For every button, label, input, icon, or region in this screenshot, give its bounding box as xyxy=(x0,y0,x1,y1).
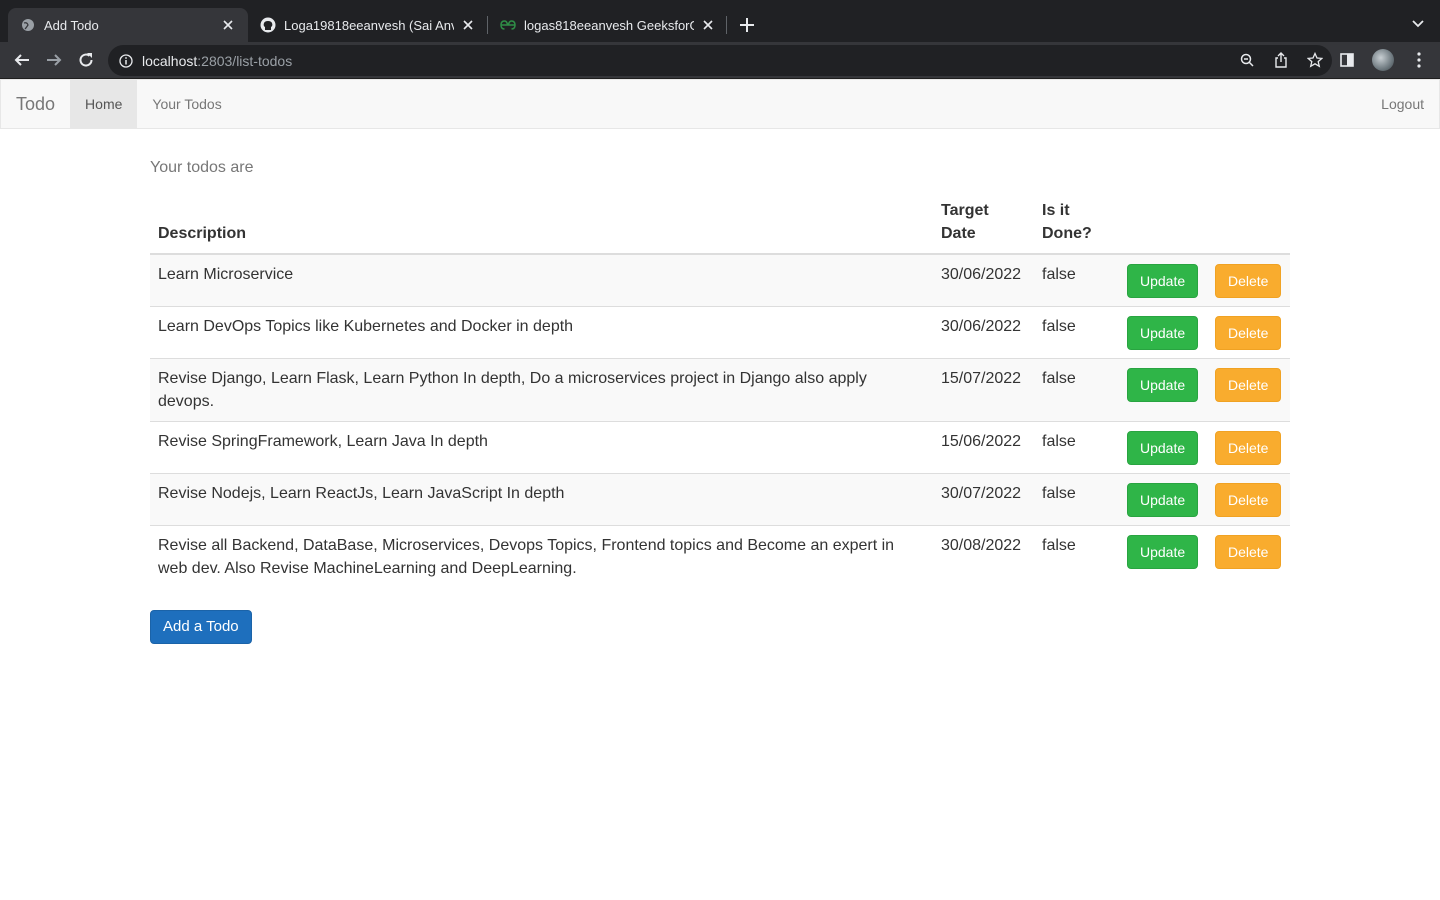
share-icon[interactable] xyxy=(1272,51,1290,69)
app-navbar: Todo Home Your Todos Logout xyxy=(0,79,1440,129)
table-row: Learn DevOps Topics like Kubernetes and … xyxy=(150,306,1290,359)
column-header-delete xyxy=(1207,191,1290,255)
table-header-row: Description Target Date Is it Done? xyxy=(150,191,1290,255)
add-todo-button[interactable]: Add a Todo xyxy=(150,610,252,644)
todo-description: Revise Django, Learn Flask, Learn Python… xyxy=(150,358,933,422)
browser-tab-gfg[interactable]: logas818eeanvesh GeeksforGeeks xyxy=(488,8,728,42)
tab-title: Add Todo xyxy=(44,17,99,33)
column-header-description: Description xyxy=(150,191,933,255)
back-arrow-icon[interactable] xyxy=(12,50,32,70)
column-header-done: Is it Done? xyxy=(1034,191,1119,255)
table-row: Revise Django, Learn Flask, Learn Python… xyxy=(150,358,1290,422)
page-container: Your todos are Description Target Date I… xyxy=(150,131,1290,644)
close-icon[interactable] xyxy=(700,17,716,33)
delete-button[interactable]: Delete xyxy=(1215,316,1282,350)
avatar[interactable] xyxy=(1372,49,1394,71)
toolbar-actions xyxy=(1336,49,1430,71)
add-todo-wrapper: Add a Todo xyxy=(150,610,252,644)
address-bar[interactable]: localhost:2803/list-todos xyxy=(108,45,1332,76)
todo-done: false xyxy=(1034,473,1119,526)
todo-done: false xyxy=(1034,525,1119,588)
reload-icon[interactable] xyxy=(76,50,96,70)
nav-link-your-todos[interactable]: Your Todos xyxy=(137,80,236,128)
kebab-menu-icon[interactable] xyxy=(1408,49,1430,71)
todo-done: false xyxy=(1034,358,1119,422)
info-icon[interactable] xyxy=(118,53,134,69)
tab-title: Loga19818eeanvesh (Sai Anvesh xyxy=(284,17,454,33)
tab-title: logas818eeanvesh GeeksforGeeks xyxy=(524,17,694,33)
side-panel-icon[interactable] xyxy=(1336,49,1358,71)
omnibox-actions xyxy=(1238,51,1324,69)
delete-button[interactable]: Delete xyxy=(1215,264,1282,298)
todo-description: Learn Microservice xyxy=(150,253,933,307)
delete-button[interactable]: Delete xyxy=(1215,368,1282,402)
update-button[interactable]: Update xyxy=(1127,316,1199,350)
gfg-icon xyxy=(500,17,516,33)
delete-button[interactable]: Delete xyxy=(1215,483,1282,517)
update-button[interactable]: Update xyxy=(1127,431,1199,465)
zoom-icon[interactable] xyxy=(1238,51,1256,69)
github-icon xyxy=(260,17,276,33)
todo-description: Revise all Backend, DataBase, Microservi… xyxy=(150,525,933,588)
todo-target-date: 15/06/2022 xyxy=(933,421,1034,474)
browser-tab-github[interactable]: Loga19818eeanvesh (Sai Anvesh xyxy=(248,8,488,42)
browser-toolbar: localhost:2803/list-todos xyxy=(0,42,1440,79)
update-button[interactable]: Update xyxy=(1127,535,1199,569)
new-tab-icon[interactable] xyxy=(736,14,758,36)
close-icon[interactable] xyxy=(220,17,236,33)
todo-target-date: 30/06/2022 xyxy=(933,306,1034,359)
column-header-target-date: Target Date xyxy=(933,191,1034,255)
todo-target-date: 30/08/2022 xyxy=(933,525,1034,588)
url-text: localhost:2803/list-todos xyxy=(142,53,292,69)
url-path: :2803/list-todos xyxy=(197,52,293,69)
update-button[interactable]: Update xyxy=(1127,368,1199,402)
update-button[interactable]: Update xyxy=(1127,264,1199,298)
bookmark-star-icon[interactable] xyxy=(1306,51,1324,69)
table-row: Revise SpringFramework, Learn Java In de… xyxy=(150,421,1290,474)
todo-description: Revise Nodejs, Learn ReactJs, Learn Java… xyxy=(150,473,933,526)
delete-button[interactable]: Delete xyxy=(1215,535,1282,569)
todo-description: Learn DevOps Topics like Kubernetes and … xyxy=(150,306,933,359)
tab-separator xyxy=(726,16,727,34)
browser-tab-active[interactable]: Add Todo xyxy=(8,8,248,42)
column-header-update xyxy=(1119,191,1207,255)
todo-target-date: 30/06/2022 xyxy=(933,253,1034,307)
todo-target-date: 30/07/2022 xyxy=(933,473,1034,526)
todo-done: false xyxy=(1034,306,1119,359)
update-button[interactable]: Update xyxy=(1127,483,1199,517)
table-row: Learn Microservice 30/06/2022 false Upda… xyxy=(150,253,1290,307)
table-row: Revise Nodejs, Learn ReactJs, Learn Java… xyxy=(150,473,1290,526)
todo-done: false xyxy=(1034,253,1119,307)
todo-target-date: 15/07/2022 xyxy=(933,358,1034,422)
delete-button[interactable]: Delete xyxy=(1215,431,1282,465)
nav-link-logout[interactable]: Logout xyxy=(1366,80,1439,128)
table-row: Revise all Backend, DataBase, Microservi… xyxy=(150,525,1290,588)
nav-link-home[interactable]: Home xyxy=(70,80,138,128)
todo-description: Revise SpringFramework, Learn Java In de… xyxy=(150,421,933,474)
close-icon[interactable] xyxy=(460,17,476,33)
todos-table: Description Target Date Is it Done? Lear… xyxy=(150,191,1290,588)
chevron-down-icon[interactable] xyxy=(1408,14,1428,34)
browser-tab-bar: Add Todo Loga19818eeanvesh (Sai Anvesh l… xyxy=(0,0,1440,42)
page-heading: Your todos are xyxy=(150,159,254,176)
todo-done: false xyxy=(1034,421,1119,474)
url-host: localhost xyxy=(142,52,198,69)
globe-icon xyxy=(20,17,36,33)
forward-arrow-icon[interactable] xyxy=(44,50,64,70)
navbar-brand[interactable]: Todo xyxy=(1,80,70,128)
